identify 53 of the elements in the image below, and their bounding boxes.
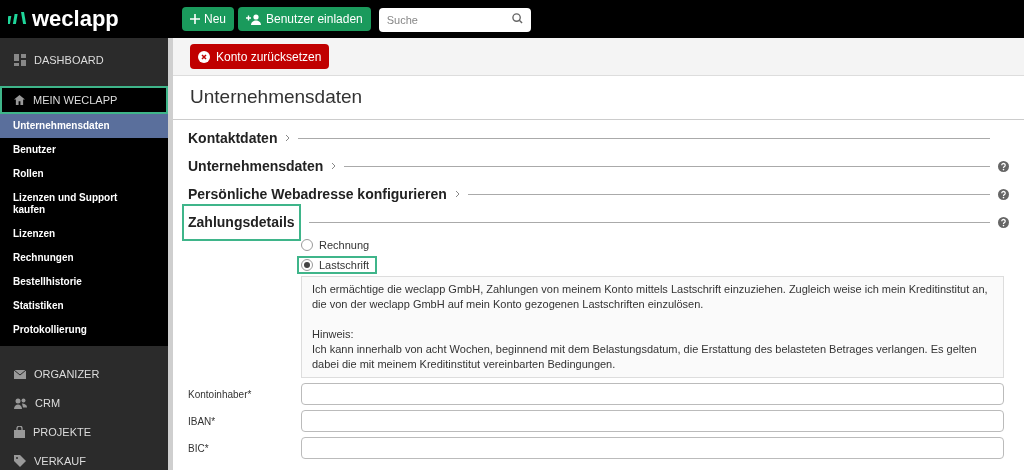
nav-item[interactable]: Protokollierung [0, 318, 168, 342]
nav-item[interactable]: Lizenzen und Support kaufen [0, 186, 168, 222]
nav-item[interactable]: Rollen [0, 162, 168, 186]
radio-icon[interactable] [301, 239, 313, 251]
nav-item[interactable]: Unternehmensdaten [0, 114, 168, 138]
logo-text: weclapp [32, 8, 119, 30]
nav-item[interactable]: Lizenzen [0, 222, 168, 246]
nav-section[interactable]: VERKAUF [0, 447, 168, 470]
nav-item[interactable]: Bestellhistorie [0, 270, 168, 294]
reset-account-button[interactable]: Konto zurücksetzen [190, 44, 330, 69]
field-label: IBAN* [188, 414, 217, 429]
nav-section[interactable]: CRM [0, 389, 168, 417]
help-icon[interactable] [998, 216, 1009, 228]
field-label: BIC* [188, 441, 210, 456]
page-title: Unternehmensdaten [190, 85, 363, 110]
help-icon[interactable] [998, 160, 1009, 172]
nav-section[interactable]: PROJEKTE [0, 418, 168, 446]
mail-icon [14, 369, 26, 379]
chevron-right-icon[interactable] [331, 162, 337, 170]
section-heading[interactable]: Zahlungsdetails [182, 203, 301, 241]
bag-icon [14, 426, 25, 438]
invite-user-button[interactable]: Benutzer einladen [238, 7, 371, 31]
radio-option[interactable]: Lastschrift [297, 256, 378, 274]
direct-debit-mandate-text: Ich ermächtige die weclapp GmbH, Zahlungen von meinem Konto mittels Lastschrift einzuziehen. Zugleich weise ich mein Kreditinstitut an, die von der weclapp GmbH auf mein Konto gezogenen Lastschriften einzulösen. Hinweis: Ich kann innerhalb von acht Wochen, beginnend mit dem Belastungsdatum, die Erstattung des belasteten Betrages verlangen. Es gelten dabei die mit meinem Kreditinstitut vereinbarten Bedingungen. [301, 276, 1004, 378]
input-field[interactable] [301, 383, 1004, 405]
nav-section[interactable]: MEIN WECLAPP [0, 86, 168, 114]
radio-option[interactable]: Rechnung [301, 236, 376, 254]
close-circle-icon [198, 50, 210, 63]
logo-icon [8, 12, 28, 26]
section-heading[interactable]: Unternehmensdaten [188, 155, 324, 177]
nav-item[interactable]: Benutzer [0, 138, 168, 162]
nav-section[interactable]: DASHBOARD [0, 46, 168, 74]
field-label: Kontoinhaber* [188, 387, 253, 402]
help-icon[interactable] [998, 188, 1009, 200]
tag-icon [14, 455, 26, 467]
section-heading[interactable]: Kontaktdaten [188, 127, 278, 149]
nav-item[interactable]: Statistiken [0, 294, 168, 318]
nav-item[interactable]: Rechnungen [0, 246, 168, 270]
chevron-right-icon[interactable] [454, 190, 460, 198]
search-icon [511, 13, 523, 24]
add-user-icon [246, 13, 262, 25]
home-icon [14, 95, 25, 105]
chevron-right-icon[interactable] [285, 134, 291, 142]
plus-icon [190, 14, 200, 24]
section-heading[interactable]: Persönliche Webadresse konfigurieren [188, 183, 447, 205]
radio-icon[interactable] [301, 259, 313, 271]
nav-section[interactable]: ORGANIZER [0, 360, 168, 388]
new-button[interactable]: Neu [182, 7, 234, 31]
input-field[interactable] [301, 437, 1004, 459]
dashboard-icon [14, 54, 26, 66]
input-field[interactable] [301, 410, 1004, 432]
people-icon [14, 397, 27, 409]
search-field[interactable]: Suche [378, 8, 531, 32]
